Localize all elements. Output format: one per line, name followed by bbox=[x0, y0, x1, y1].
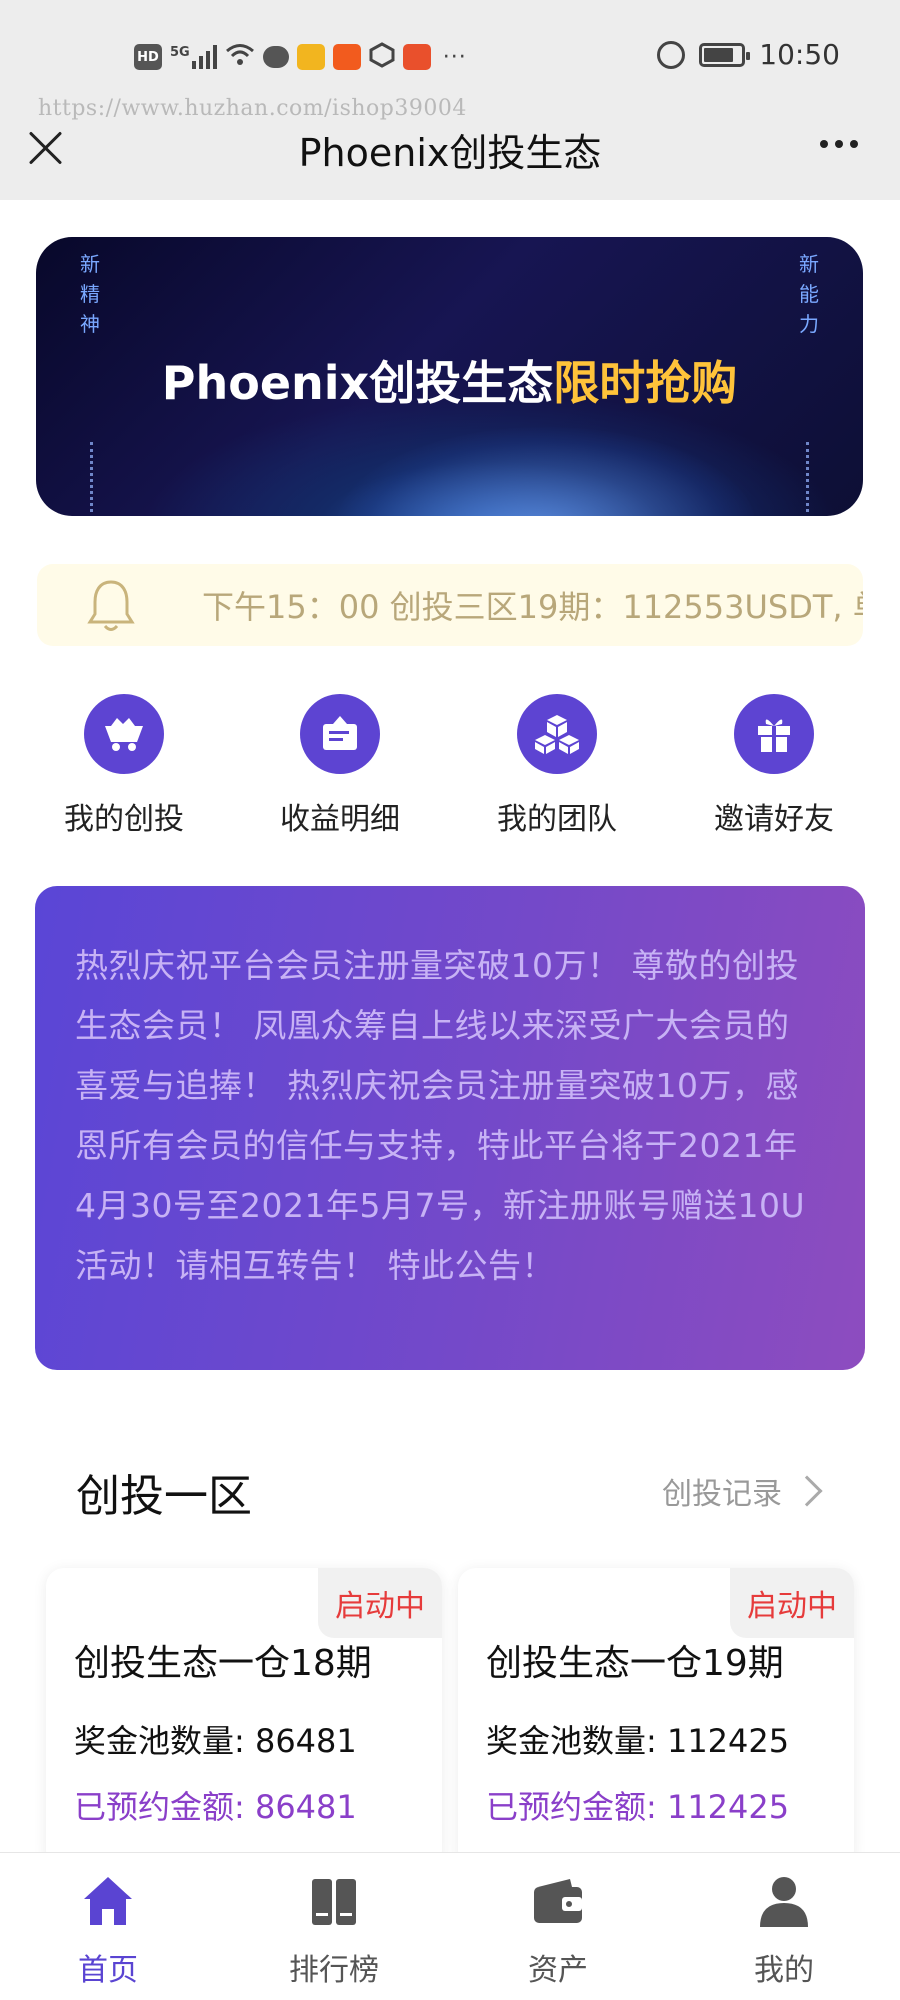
page-title: Phoenix创投生态 bbox=[298, 131, 602, 175]
tab-label: 我的 bbox=[754, 1953, 814, 1988]
hd-icon: HD bbox=[134, 44, 162, 70]
tab-home[interactable]: 首页 bbox=[18, 1873, 198, 1989]
battery-icon bbox=[699, 42, 751, 67]
wallet-icon bbox=[534, 1879, 582, 1923]
status-badge: 启动中 bbox=[318, 1568, 442, 1638]
card-title: 创投生态一仓18期 bbox=[74, 1643, 372, 1684]
announcement-line: 生态会员！ 凤凰众筹自上线以来深受广大会员的 bbox=[75, 1006, 790, 1045]
gift-icon bbox=[734, 694, 814, 774]
more-options-button[interactable] bbox=[820, 140, 858, 148]
tab-label: 资产 bbox=[528, 1953, 588, 1988]
user-icon bbox=[760, 1877, 808, 1927]
chat-bubble-icon bbox=[262, 46, 289, 68]
card-pool-amount: 奖金池数量: 112425 bbox=[486, 1722, 790, 1760]
section-title: 创投一区 bbox=[76, 1471, 252, 1522]
quick-earnings-detail[interactable]: 收益明细 bbox=[250, 694, 430, 838]
more-notifications: ··· bbox=[442, 44, 467, 70]
tab-ranking[interactable]: 排行榜 bbox=[244, 1873, 424, 1989]
shield-icon bbox=[369, 42, 395, 72]
status-right: 10:50 bbox=[657, 38, 840, 71]
ranking-icon bbox=[312, 1879, 356, 1925]
card-title: 创投生态一仓19期 bbox=[486, 1643, 784, 1684]
announcement-line: 热烈庆祝平台会员注册量突破10万！ 尊敬的创投 bbox=[75, 946, 799, 985]
top-bar: HD 5G ··· 10:50 https://www.huzhan.com/i… bbox=[0, 0, 900, 200]
banner-left-slogan: 新精神 bbox=[80, 252, 100, 336]
quick-label: 邀请好友 bbox=[714, 802, 834, 837]
quick-label: 我的创投 bbox=[64, 802, 184, 837]
clock: 10:50 bbox=[759, 38, 840, 71]
mining-cart-icon bbox=[84, 694, 164, 774]
announcement-line: 恩所有会员的信任与支持，特此平台将于2021年 bbox=[75, 1126, 798, 1165]
banner-right-slogan: 新能力 bbox=[799, 252, 819, 336]
section-link-label: 创投记录 bbox=[662, 1477, 782, 1512]
bottom-tab-bar: 首页 排行榜 资产 我的 bbox=[0, 1852, 900, 2000]
globe-glow bbox=[336, 427, 756, 516]
notice-text: 下午15：00 创投三区19期：112553USDT, 单仓 bbox=[202, 588, 863, 626]
promo-banner[interactable]: 新精神 新能力 Phoenix创投生态限时抢购 bbox=[36, 237, 863, 516]
status-icons: HD 5G ··· bbox=[134, 40, 467, 74]
tab-mine[interactable]: 我的 bbox=[694, 1873, 874, 1989]
quick-label: 我的团队 bbox=[497, 802, 617, 837]
investment-card[interactable]: 启动中 创投生态一仓19期 奖金池数量: 112425 已预约金额: 11242… bbox=[458, 1568, 854, 1868]
tab-label: 首页 bbox=[78, 1953, 138, 1988]
bell-icon bbox=[87, 580, 135, 631]
tab-label: 排行榜 bbox=[289, 1953, 379, 1988]
app-notification-icon bbox=[332, 44, 361, 70]
banner-dotted-line bbox=[90, 442, 93, 512]
boxes-icon bbox=[517, 694, 597, 774]
tab-assets[interactable]: 资产 bbox=[468, 1873, 648, 1989]
banner-headline: Phoenix创投生态限时抢购 bbox=[161, 356, 738, 410]
notice-board-icon bbox=[300, 694, 380, 774]
quick-menu: 我的创投 收益明细 我的团队 邀请好友 bbox=[0, 694, 900, 837]
banner-dotted-line bbox=[806, 442, 809, 512]
alarm-icon bbox=[657, 40, 686, 69]
quick-label: 收益明细 bbox=[280, 802, 400, 837]
announcement-line: 喜爱与追捧！ 热烈庆祝会员注册量突破10万，感 bbox=[75, 1066, 799, 1105]
notice-bar[interactable]: 下午15：00 创投三区19期：112553USDT, 单仓 bbox=[37, 564, 863, 646]
card-pool-amount: 奖金池数量: 86481 bbox=[74, 1722, 357, 1760]
shop-icon bbox=[402, 44, 431, 70]
card-reserved-amount: 已预约金额: 112425 bbox=[486, 1788, 790, 1826]
quick-my-team[interactable]: 我的团队 bbox=[467, 694, 647, 838]
home-icon bbox=[84, 1877, 132, 1925]
announcement-line: 4月30号至2021年5月7号，新注册账号赠送10U bbox=[75, 1186, 806, 1225]
mail-icon bbox=[296, 44, 325, 70]
announcement-line: 活动！请相互转告！ 特此公告！ bbox=[75, 1246, 555, 1285]
quick-invite-friends[interactable]: 邀请好友 bbox=[684, 694, 864, 838]
announcement-card: 热烈庆祝平台会员注册量突破10万！ 尊敬的创投 生态会员！ 凤凰众筹自上线以来深… bbox=[35, 886, 865, 1370]
5g-signal-icon: 5G bbox=[170, 45, 217, 69]
status-badge: 启动中 bbox=[730, 1568, 854, 1638]
chevron-right-icon bbox=[791, 1475, 823, 1507]
investment-records-link[interactable]: 创投记录 bbox=[662, 1469, 823, 1513]
quick-my-investment[interactable]: 我的创投 bbox=[34, 694, 214, 838]
wifi-icon bbox=[225, 43, 255, 71]
watermark-url: https://www.huzhan.com/ishop39004 bbox=[38, 96, 467, 121]
card-reserved-amount: 已预约金额: 86481 bbox=[74, 1788, 357, 1826]
investment-card[interactable]: 启动中 创投生态一仓18期 奖金池数量: 86481 已预约金额: 86481 bbox=[46, 1568, 442, 1868]
